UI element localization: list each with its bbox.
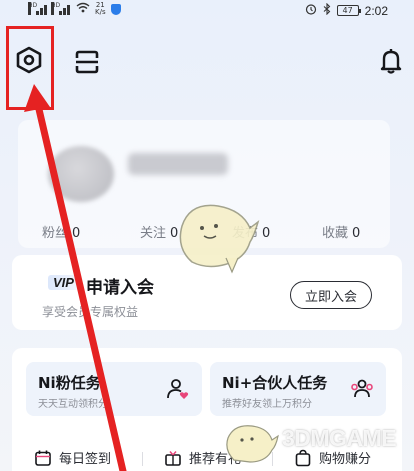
network-speed: 21 K/s xyxy=(95,2,106,16)
stat-followers[interactable]: 粉丝 0 xyxy=(42,222,80,241)
status-time: 2:02 xyxy=(364,3,388,18)
bell-icon xyxy=(380,49,402,74)
watermark-text: 3DMGAME xyxy=(282,425,397,451)
task-subtitle: 推荐好友领上万积分 xyxy=(222,399,312,410)
quick-checkin[interactable]: 每日签到 xyxy=(34,448,111,467)
avatar[interactable] xyxy=(48,146,114,202)
notifications-button[interactable] xyxy=(377,46,405,76)
quick-label: 推荐有礼 xyxy=(189,452,242,467)
gift-icon xyxy=(165,450,181,466)
user-heart-icon xyxy=(167,379,189,399)
profile-stats: 粉丝 0 关注 0 发布 0 收藏 0 xyxy=(42,222,392,242)
annotation-highlight-box xyxy=(6,26,54,110)
speed-unit: K/s xyxy=(95,8,106,16)
alarm-icon xyxy=(305,3,317,18)
stat-value: 0 xyxy=(170,226,179,241)
stat-label: 发布 xyxy=(232,226,259,241)
stat-label: 粉丝 xyxy=(42,226,69,241)
task-title: Ni粉任务 xyxy=(38,374,101,392)
stat-favorites[interactable]: 收藏 0 xyxy=(322,222,360,241)
divider xyxy=(142,452,143,466)
stat-label: 收藏 xyxy=(322,226,349,241)
quick-label: 每日签到 xyxy=(59,452,112,467)
signal-icon: HD xyxy=(51,1,71,15)
users-icon xyxy=(351,379,373,398)
stat-value: 0 xyxy=(352,226,361,241)
bluetooth-icon xyxy=(323,2,331,18)
task-card-fan[interactable]: Ni粉任务 天天互动领积分 xyxy=(26,362,202,416)
status-bar: HD HD 21 K/s 47 2:02 xyxy=(0,0,414,20)
join-vip-button[interactable]: 立即入会 xyxy=(290,281,372,309)
scan-button[interactable] xyxy=(73,48,101,76)
task-card-partner[interactable]: Ni+合伙人任务 推荐好友领上万积分 xyxy=(210,362,386,416)
network-tag: HD xyxy=(28,1,37,15)
vip-badge: VIP xyxy=(48,275,79,290)
status-left: HD HD 21 K/s xyxy=(28,1,121,16)
stat-posts[interactable]: 发布 0 xyxy=(232,222,270,241)
shield-icon xyxy=(110,3,121,15)
task-subtitle: 天天互动领积分 xyxy=(38,399,108,410)
network-tag: HD xyxy=(51,1,60,15)
scan-icon xyxy=(75,50,99,74)
stat-value: 0 xyxy=(262,226,271,241)
divider xyxy=(272,452,273,466)
quick-referral[interactable]: 推荐有礼 xyxy=(164,448,241,467)
stat-value: 0 xyxy=(72,226,81,241)
status-right: 47 2:02 xyxy=(305,2,388,18)
task-title: Ni+合伙人任务 xyxy=(222,374,328,392)
vip-subtitle: 享受会员专属权益 xyxy=(42,305,139,319)
battery-level: 47 xyxy=(342,6,353,15)
calendar-icon xyxy=(35,450,51,466)
username-blurred xyxy=(128,153,228,175)
vip-title: 申请入会 xyxy=(86,278,154,298)
battery-icon: 47 xyxy=(336,5,361,16)
stat-following[interactable]: 关注 0 xyxy=(140,222,178,241)
signal-icon: HD xyxy=(28,1,48,15)
stat-label: 关注 xyxy=(140,226,167,241)
wifi-icon xyxy=(76,2,90,16)
